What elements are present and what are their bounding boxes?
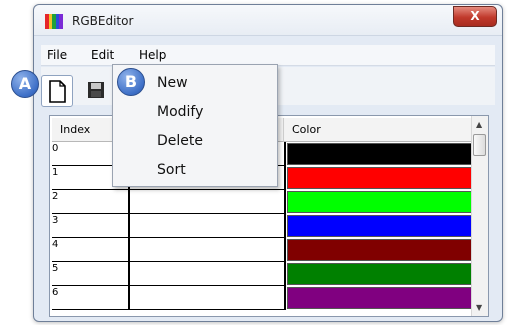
new-button[interactable] (41, 75, 73, 107)
callout-a: A (11, 70, 39, 98)
title-bar: RGBEditor X (34, 5, 502, 36)
menu-bar: File Edit Help (41, 45, 495, 66)
color-swatch[interactable] (287, 287, 472, 309)
cell-index[interactable]: 3 (52, 214, 130, 238)
close-button[interactable]: X (453, 6, 497, 27)
vertical-scrollbar[interactable]: ▲ ▼ (471, 116, 488, 316)
color-swatch[interactable] (287, 167, 472, 189)
cell-index[interactable]: 6 (52, 286, 130, 310)
color-swatch[interactable] (287, 263, 472, 285)
menu-item-delete[interactable]: Delete (157, 133, 203, 149)
color-swatch[interactable] (287, 191, 472, 213)
menu-item-modify[interactable]: Modify (157, 104, 203, 120)
app-icon-stripe (59, 14, 63, 29)
cell-blank[interactable] (130, 190, 286, 214)
column-header-color[interactable]: Color (284, 118, 472, 142)
color-swatch[interactable] (287, 143, 472, 165)
cell-blank[interactable] (130, 286, 286, 310)
rgb-app-icon (45, 14, 63, 29)
cell-index[interactable]: 5 (52, 262, 130, 286)
callout-b: B (117, 68, 145, 96)
chevron-up-icon[interactable]: ▲ (476, 120, 482, 129)
cell-index[interactable]: 4 (52, 238, 130, 262)
save-button[interactable] (86, 80, 108, 102)
cell-blank[interactable] (130, 262, 286, 286)
color-swatch[interactable] (287, 215, 472, 237)
new-document-icon (49, 80, 66, 103)
color-swatch[interactable] (287, 239, 472, 261)
menu-help[interactable]: Help (139, 48, 166, 62)
cell-blank[interactable] (130, 238, 286, 262)
scrollbar-thumb[interactable] (473, 134, 486, 156)
save-icon (88, 82, 104, 98)
cell-blank[interactable] (130, 214, 286, 238)
window-title: RGBEditor (72, 14, 134, 28)
menu-edit[interactable]: Edit (91, 48, 114, 62)
chevron-down-icon[interactable]: ▼ (476, 303, 482, 312)
menu-file[interactable]: File (47, 48, 67, 62)
menu-item-new[interactable]: New (157, 75, 188, 91)
menu-item-sort[interactable]: Sort (157, 162, 186, 178)
cell-index[interactable]: 2 (52, 190, 130, 214)
